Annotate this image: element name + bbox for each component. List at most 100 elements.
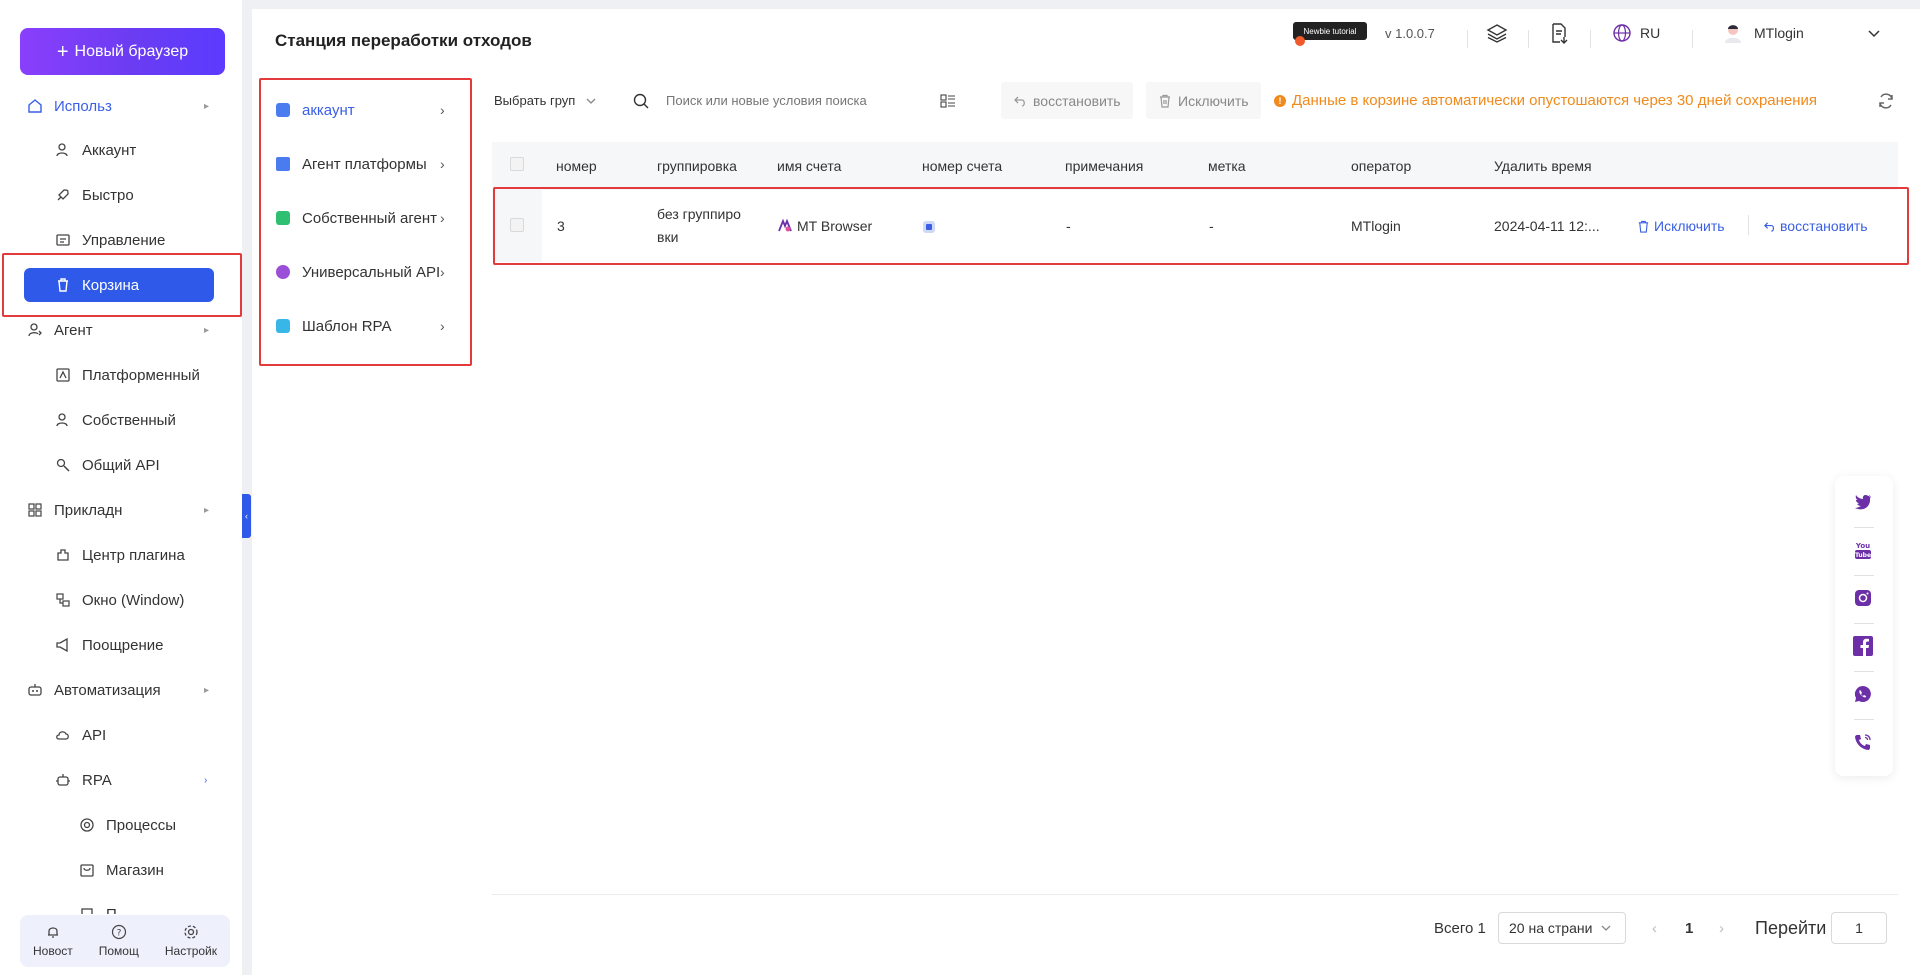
- user-menu[interactable]: MTlogin: [1722, 18, 1804, 48]
- phone-icon[interactable]: [1853, 732, 1873, 752]
- category-rpa-template[interactable]: Шаблон RPA ›: [260, 306, 470, 346]
- chevron-left-icon: ‹: [1652, 920, 1657, 937]
- prev-page-button[interactable]: ‹: [1652, 920, 1657, 937]
- plugin-icon: [54, 546, 72, 564]
- sidebar-item-api[interactable]: API: [0, 716, 242, 754]
- instagram-icon[interactable]: [1853, 588, 1873, 608]
- sidebar-item-processes[interactable]: Процессы: [0, 806, 242, 844]
- newbie-tutorial-badge[interactable]: Newbie tutorial: [1293, 18, 1369, 48]
- divider: [1854, 575, 1874, 576]
- language-selector[interactable]: RU: [1612, 18, 1660, 48]
- news-button[interactable]: Новост: [33, 924, 73, 958]
- column-header-number[interactable]: номер: [556, 158, 597, 174]
- chevron-right-icon: ▸: [204, 324, 210, 336]
- column-header-operator[interactable]: оператор: [1351, 158, 1411, 174]
- sidebar-item-common-api[interactable]: Общий API: [0, 446, 242, 484]
- monitor-icon: [276, 157, 290, 171]
- new-browser-button[interactable]: + Новый браузер: [20, 28, 225, 75]
- sidebar-item-usage[interactable]: Использ ▸: [0, 87, 242, 125]
- facebook-icon[interactable]: [1853, 636, 1873, 656]
- search-box[interactable]: [620, 81, 980, 120]
- category-universal-api[interactable]: Универсальный API ›: [260, 252, 470, 292]
- mt-browser-logo-icon: [777, 218, 793, 234]
- category-label: Универсальный API: [302, 263, 441, 281]
- undo-icon: [1763, 220, 1776, 233]
- divider: [1854, 671, 1874, 672]
- row-restore-link[interactable]: восстановить: [1763, 218, 1868, 234]
- sidebar-item-account[interactable]: Аккаунт: [0, 131, 242, 169]
- row-checkbox[interactable]: [510, 218, 524, 232]
- page-number-current[interactable]: 1: [1685, 920, 1693, 937]
- next-page-button[interactable]: ›: [1719, 920, 1724, 937]
- divider: [1854, 527, 1874, 528]
- youtube-icon[interactable]: You Tube: [1853, 540, 1873, 560]
- sidebar-item-apps[interactable]: Прикладн ▸: [0, 491, 242, 529]
- chevron-down-icon: [1866, 25, 1882, 41]
- column-header-notes[interactable]: примечания: [1065, 158, 1143, 174]
- column-header-account-name[interactable]: имя счета: [777, 158, 841, 174]
- svg-text:You: You: [1855, 542, 1870, 550]
- sidebar-item-reward[interactable]: Поощрение: [0, 626, 242, 664]
- sidebar-item-manage[interactable]: Управление: [0, 221, 242, 259]
- sidebar-item-agent[interactable]: Агент ▸: [0, 311, 242, 349]
- store-icon: [78, 861, 96, 879]
- whatsapp-icon[interactable]: [1853, 684, 1873, 704]
- category-platform-agent[interactable]: Агент платформы ›: [260, 144, 470, 184]
- goto-page-input[interactable]: 1: [1831, 912, 1887, 944]
- column-header-deleted-time[interactable]: Удалить время: [1494, 158, 1592, 174]
- chevron-right-icon: ›: [440, 156, 445, 172]
- sidebar-item-window[interactable]: Окно (Window): [0, 581, 242, 619]
- trash-icon: [54, 276, 72, 294]
- sidebar-collapse-toggle[interactable]: ‹: [242, 494, 251, 538]
- column-header-group[interactable]: группировка: [657, 158, 737, 174]
- category-label: Собственный агент: [302, 209, 437, 227]
- category-own-agent[interactable]: Собственный агент ›: [260, 198, 470, 238]
- settings-button[interactable]: Настройк: [165, 924, 217, 958]
- refresh-button[interactable]: [1866, 81, 1905, 120]
- help-button[interactable]: ? Помощ: [99, 924, 139, 958]
- exclude-button[interactable]: Исключить: [1145, 81, 1262, 120]
- column-header-tag[interactable]: метка: [1208, 158, 1246, 174]
- sidebar-item-automation[interactable]: Автоматизация ▸: [0, 671, 242, 709]
- sidebar-item-label: Корзина: [82, 276, 140, 294]
- select-all-checkbox[interactable]: [510, 157, 524, 171]
- per-page-select[interactable]: 20 на страни: [1498, 912, 1626, 944]
- sidebar-item-rpa[interactable]: RPA ›: [0, 761, 242, 799]
- rocket-icon: [54, 186, 72, 204]
- chevron-right-icon: ›: [440, 318, 445, 334]
- layers-button[interactable]: [1486, 18, 1508, 48]
- sidebar-item-platform[interactable]: Платформенный: [0, 356, 242, 394]
- sidebar-item-store[interactable]: Магазин: [0, 851, 242, 889]
- sidebar-item-quick[interactable]: Быстро: [0, 176, 242, 214]
- header-dropdown-toggle[interactable]: [1866, 18, 1882, 48]
- search-input[interactable]: [666, 85, 936, 116]
- doc-icon: [78, 906, 96, 914]
- restore-button[interactable]: восстановить: [1000, 81, 1134, 120]
- twitter-icon[interactable]: [1853, 492, 1873, 512]
- layers-icon: [1486, 22, 1508, 44]
- sidebar-item-label: Общий API: [82, 456, 160, 474]
- group-select[interactable]: Выбрать груп: [478, 81, 608, 120]
- robot-icon: [26, 681, 44, 699]
- row-exclude-link[interactable]: Исключить: [1637, 218, 1725, 234]
- row-account-name[interactable]: MT Browser: [777, 218, 872, 234]
- version-label: v 1.0.0.7: [1385, 25, 1435, 41]
- sidebar-item-trash[interactable]: Корзина: [24, 268, 214, 302]
- column-header-account-number[interactable]: номер счета: [922, 158, 1002, 174]
- sidebar-item-cut[interactable]: П: [0, 896, 242, 914]
- category-account[interactable]: аккаунт ›: [260, 90, 470, 130]
- undo-icon: [1013, 94, 1027, 108]
- svg-text:?: ?: [116, 929, 121, 939]
- chevron-down-icon: [1600, 922, 1612, 934]
- export-button[interactable]: [1548, 18, 1570, 48]
- account-name-text: MT Browser: [797, 218, 873, 234]
- sidebar-item-own[interactable]: Собственный: [0, 401, 242, 439]
- chevron-right-icon: ›: [440, 210, 445, 226]
- sidebar-bottom-bar: Новост ? Помощ Настройк: [20, 915, 230, 967]
- sidebar-item-label: Автоматизация: [54, 681, 161, 699]
- account-icon: [276, 103, 290, 117]
- cloud-icon: [54, 726, 72, 744]
- sidebar-item-plugin-center[interactable]: Центр плагина: [0, 536, 242, 574]
- divider: [1528, 30, 1529, 48]
- advanced-search-icon[interactable]: [940, 93, 956, 109]
